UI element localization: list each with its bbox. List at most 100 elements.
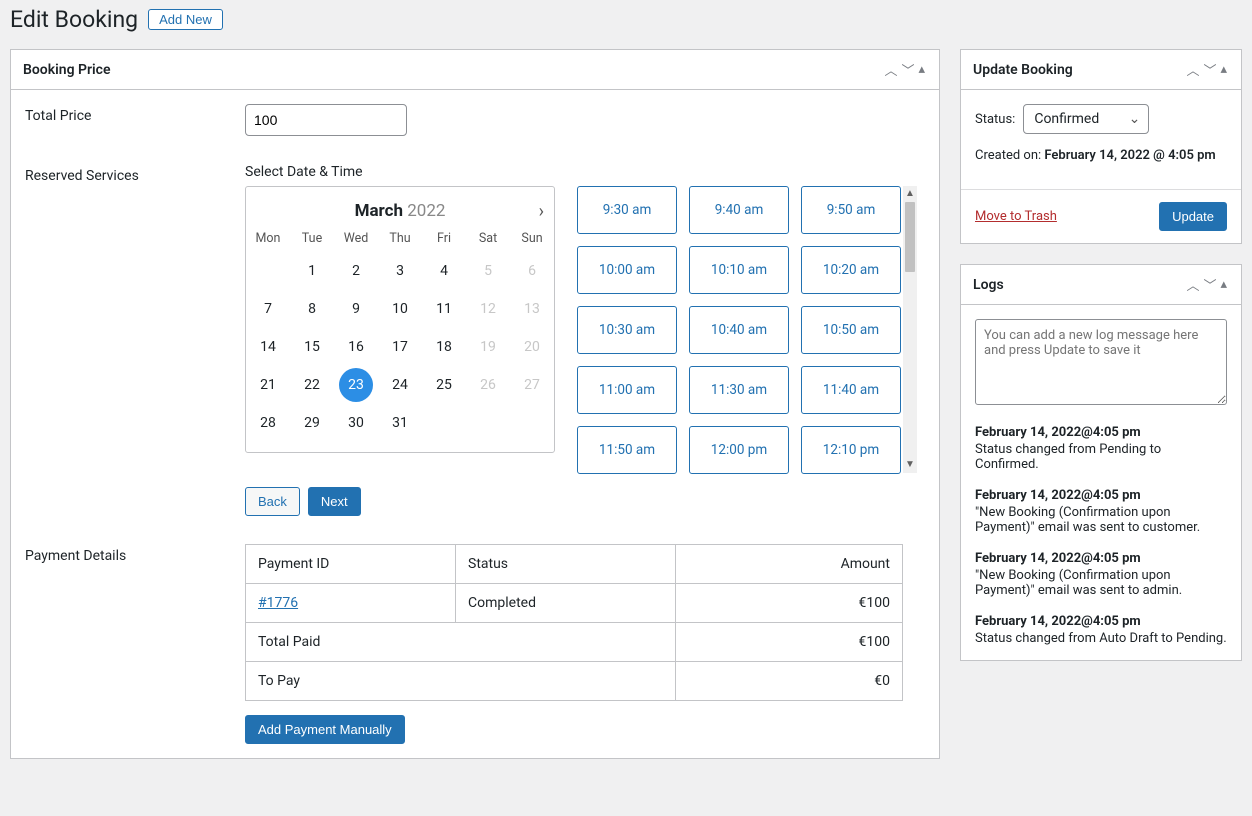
calendar-day[interactable]: 1 <box>290 252 334 290</box>
calendar-day[interactable]: 31 <box>378 404 422 442</box>
page-title: Edit Booking <box>10 6 138 33</box>
calendar-day[interactable]: 24 <box>378 366 422 404</box>
log-timestamp: February 14, 2022@4:05 pm <box>975 551 1227 566</box>
log-textarea[interactable] <box>975 319 1227 405</box>
chevron-up-icon[interactable]: ︿ <box>1184 60 1201 79</box>
calendar-day[interactable]: 7 <box>246 290 290 328</box>
timeslot[interactable]: 9:40 am <box>689 186 789 234</box>
booking-price-panel: Booking Price ︿ ﹀ ▴ Total Price Reserved… <box>10 49 940 759</box>
calendar-day[interactable]: 8 <box>290 290 334 328</box>
timeslot[interactable]: 10:30 am <box>577 306 677 354</box>
timeslot[interactable]: 9:50 am <box>801 186 901 234</box>
calendar-year: 2022 <box>407 201 445 221</box>
status-select[interactable]: Confirmed ⌄ <box>1023 104 1149 134</box>
to-pay-value: €0 <box>676 662 903 701</box>
logs-panel: Logs ︿ ﹀ ▴ February 14, 2022@4:05 pm Stat… <box>960 264 1242 661</box>
log-message: "New Booking (Confirmation upon Payment)… <box>975 568 1227 598</box>
payment-details-label: Payment Details <box>25 544 245 564</box>
chevron-down-icon: ⌄ <box>1129 111 1141 127</box>
add-payment-button[interactable]: Add Payment Manually <box>245 715 405 744</box>
calendar: March 2022 › MonTueWedThuFriSatSun 12345… <box>245 186 555 453</box>
calendar-day <box>510 404 554 442</box>
payment-status: Completed <box>456 584 676 623</box>
col-amount: Amount <box>676 545 903 584</box>
calendar-day[interactable]: 4 <box>422 252 466 290</box>
timeslot[interactable]: 11:30 am <box>689 366 789 414</box>
back-button[interactable]: Back <box>245 487 300 516</box>
reserved-services-label: Reserved Services <box>25 164 245 184</box>
calendar-day[interactable]: 23 <box>334 366 378 404</box>
calendar-day[interactable]: 28 <box>246 404 290 442</box>
calendar-day: 5 <box>466 252 510 290</box>
timeslot[interactable]: 12:00 pm <box>689 426 789 474</box>
timeslot[interactable]: 12:10 pm <box>801 426 901 474</box>
payment-id-link[interactable]: #1776 <box>258 595 298 611</box>
chevron-down-icon[interactable]: ﹀ <box>1201 275 1218 294</box>
total-paid-value: €100 <box>676 623 903 662</box>
created-on-value: February 14, 2022 @ 4:05 pm <box>1044 148 1215 163</box>
calendar-day[interactable]: 16 <box>334 328 378 366</box>
calendar-dow: Wed <box>334 225 378 252</box>
calendar-dow: Thu <box>378 225 422 252</box>
calendar-day[interactable]: 2 <box>334 252 378 290</box>
timeslot[interactable]: 10:40 am <box>689 306 789 354</box>
triangle-up-icon[interactable]: ▴ <box>916 62 927 77</box>
panel-title-update-booking: Update Booking <box>973 62 1184 78</box>
next-button[interactable]: Next <box>308 487 361 516</box>
timeslot[interactable]: 11:40 am <box>801 366 901 414</box>
calendar-day[interactable]: 25 <box>422 366 466 404</box>
timeslot[interactable]: 10:50 am <box>801 306 901 354</box>
triangle-up-icon[interactable]: ▴ <box>1218 277 1229 292</box>
calendar-day[interactable]: 3 <box>378 252 422 290</box>
calendar-day[interactable]: 10 <box>378 290 422 328</box>
update-button[interactable]: Update <box>1159 202 1227 231</box>
scroll-down-icon[interactable]: ▼ <box>903 457 917 473</box>
created-on-label: Created on: <box>975 148 1041 163</box>
scroll-thumb[interactable] <box>905 202 915 272</box>
scroll-up-icon[interactable]: ▲ <box>903 186 917 202</box>
status-label: Status: <box>975 112 1015 127</box>
calendar-day[interactable]: 22 <box>290 366 334 404</box>
calendar-day[interactable]: 21 <box>246 366 290 404</box>
timeslot[interactable]: 10:20 am <box>801 246 901 294</box>
calendar-day[interactable]: 14 <box>246 328 290 366</box>
log-message: Status changed from Auto Draft to Pendin… <box>975 631 1227 646</box>
timeslot[interactable]: 10:00 am <box>577 246 677 294</box>
timeslot-scrollbar[interactable]: ▲ ▼ <box>903 186 917 473</box>
calendar-day[interactable]: 15 <box>290 328 334 366</box>
calendar-day[interactable]: 29 <box>290 404 334 442</box>
calendar-next-icon[interactable]: › <box>539 201 544 222</box>
chevron-down-icon[interactable]: ﹀ <box>1201 60 1218 79</box>
triangle-up-icon[interactable]: ▴ <box>1218 62 1229 77</box>
log-entry: February 14, 2022@4:05 pm "New Booking (C… <box>975 551 1227 598</box>
log-timestamp: February 14, 2022@4:05 pm <box>975 425 1227 440</box>
calendar-dow: Tue <box>290 225 334 252</box>
calendar-dow: Mon <box>246 225 290 252</box>
chevron-up-icon[interactable]: ︿ <box>882 60 899 79</box>
calendar-day[interactable]: 30 <box>334 404 378 442</box>
calendar-dow: Sat <box>466 225 510 252</box>
timeslot[interactable]: 11:50 am <box>577 426 677 474</box>
table-row: #1776Completed€100 <box>246 584 903 623</box>
chevron-up-icon[interactable]: ︿ <box>1184 275 1201 294</box>
calendar-day[interactable]: 11 <box>422 290 466 328</box>
calendar-day <box>422 404 466 442</box>
timeslot[interactable]: 11:00 am <box>577 366 677 414</box>
log-message: "New Booking (Confirmation upon Payment)… <box>975 505 1227 535</box>
calendar-day: 6 <box>510 252 554 290</box>
chevron-down-icon[interactable]: ﹀ <box>899 60 916 79</box>
log-message: Status changed from Pending to Confirmed… <box>975 442 1227 472</box>
total-price-label: Total Price <box>25 104 245 124</box>
add-new-button[interactable]: Add New <box>148 9 223 30</box>
payment-table: Payment ID Status Amount #1776Completed€… <box>245 544 903 701</box>
calendar-day[interactable]: 17 <box>378 328 422 366</box>
total-price-input[interactable] <box>245 104 407 136</box>
timeslot[interactable]: 10:10 am <box>689 246 789 294</box>
timeslot[interactable]: 9:30 am <box>577 186 677 234</box>
log-entry: February 14, 2022@4:05 pm Status changed … <box>975 425 1227 472</box>
panel-title-logs: Logs <box>973 277 1184 293</box>
move-to-trash-link[interactable]: Move to Trash <box>975 209 1057 224</box>
calendar-dow: Fri <box>422 225 466 252</box>
calendar-day[interactable]: 18 <box>422 328 466 366</box>
calendar-day[interactable]: 9 <box>334 290 378 328</box>
